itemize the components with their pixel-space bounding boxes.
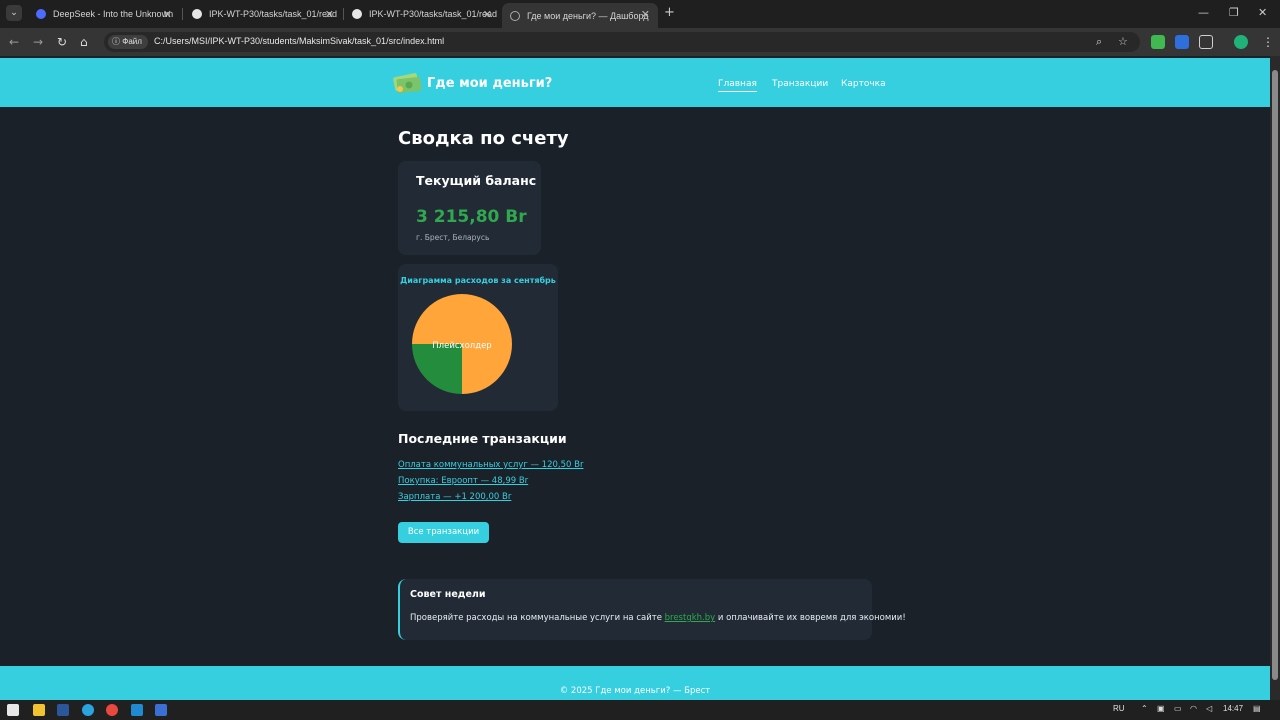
pie-center-label: Плейсхолдер [432, 341, 491, 351]
word-icon[interactable] [57, 704, 69, 716]
telegram-icon[interactable] [82, 704, 94, 716]
deepseek-icon [36, 9, 46, 19]
close-tab-icon[interactable]: ✕ [325, 8, 334, 21]
extension-vpn-icon[interactable] [1175, 35, 1189, 49]
money-logo-icon [393, 73, 422, 94]
balance-value: 3 215,80 Br [416, 207, 527, 227]
transaction-link[interactable]: Оплата коммунальных услуг — 120,50 Br [398, 460, 583, 470]
battery-icon[interactable]: ▭ [1174, 704, 1182, 713]
site-header: Где мои деньги? Главная Транзакции Карто… [0, 58, 1270, 107]
file-explorer-icon[interactable] [33, 704, 45, 716]
tray-app-icon[interactable]: ▣ [1157, 704, 1165, 713]
browser-tab-github-2[interactable]: IPK-WT-P30/tasks/task_01/read ✕ [344, 3, 500, 25]
transaction-link[interactable]: Зарплата — +1 200,00 Br [398, 492, 511, 502]
globe-icon [510, 10, 520, 21]
expense-chart-card: Диаграмма расходов за сентябрь Плейсхолд… [398, 264, 558, 411]
chrome-icon[interactable] [106, 704, 118, 716]
chart-title: Диаграмма расходов за сентябрь [400, 276, 556, 285]
nav-card[interactable]: Карточка [841, 79, 886, 89]
balance-location: г. Брест, Беларусь [416, 233, 490, 242]
tip-text: Проверяйте расходы на коммунальные услуг… [410, 613, 906, 623]
site-logo-text[interactable]: Где мои деньги? [427, 76, 552, 91]
close-tab-icon[interactable]: ✕ [641, 8, 650, 21]
bookmark-star-icon[interactable]: ☆ [1118, 35, 1128, 48]
pie-slice [412, 344, 462, 394]
scrollbar-thumb[interactable] [1272, 70, 1278, 680]
site-info-chip[interactable]: ⓘ Файл [108, 35, 148, 49]
file-chip-label: Файл [122, 37, 142, 46]
tab-divider [182, 8, 183, 20]
vscode-icon[interactable] [131, 704, 143, 716]
restore-icon[interactable]: ❐ [1229, 6, 1239, 19]
expense-pie-chart: Плейсхолдер [412, 294, 512, 394]
transaction-link[interactable]: Покупка: Евроопт — 48,99 Br [398, 476, 528, 486]
back-icon[interactable]: ← [9, 35, 19, 49]
extension-shield-icon[interactable] [1151, 35, 1165, 49]
tip-link[interactable]: brestgkh.by [665, 613, 716, 623]
nav-transactions[interactable]: Транзакции [772, 79, 828, 89]
zoom-icon[interactable]: ⌕ [1096, 35, 1102, 49]
site-footer: © 2025 Где мои деньги? — Брест [0, 666, 1270, 700]
balance-card: Текущий баланс 3 215,80 Br г. Брест, Бел… [398, 161, 541, 255]
close-window-icon[interactable]: ✕ [1258, 6, 1267, 19]
all-transactions-button[interactable]: Все транзакции [398, 522, 489, 543]
browser-tab-github-1[interactable]: IPK-WT-P30/tasks/task_01/read ✕ [184, 3, 342, 25]
tab-search-icon[interactable]: ⌄ [6, 5, 22, 21]
page-viewport: Где мои деньги? Главная Транзакции Карто… [0, 56, 1270, 700]
browser-tab-strip: ⌄ DeepSeek - Into the Unknown ✕ IPK-WT-P… [0, 0, 1280, 28]
close-tab-icon[interactable]: ✕ [483, 8, 492, 21]
tip-text-before: Проверяйте расходы на коммунальные услуг… [410, 613, 665, 623]
tab-title: IPK-WT-P30/tasks/task_01/read [369, 9, 498, 19]
os-taskbar: RU ⌃ ▣ ▭ ◠ ◁ 14:47 ▤ [0, 700, 1280, 720]
home-icon[interactable]: ⌂ [80, 35, 88, 49]
github-icon [192, 9, 202, 19]
wifi-icon[interactable]: ◠ [1190, 704, 1197, 713]
volume-icon[interactable]: ◁ [1206, 704, 1212, 713]
minimize-icon[interactable]: — [1198, 6, 1209, 19]
github-icon [352, 9, 362, 19]
balance-title: Текущий баланс [416, 173, 537, 188]
extensions-puzzle-icon[interactable] [1199, 35, 1213, 49]
page-title: Сводка по счету [398, 128, 569, 149]
browser-tab-dashboard[interactable]: Где мои деньги? — Дашборд ✕ [502, 3, 658, 28]
close-tab-icon[interactable]: ✕ [163, 8, 172, 21]
tip-card: Совет недели Проверяйте расходы на комму… [398, 579, 906, 640]
forward-icon[interactable]: → [33, 35, 43, 49]
nav-home[interactable]: Главная [718, 79, 757, 92]
tip-title: Совет недели [410, 589, 486, 600]
profile-avatar-icon[interactable] [1234, 35, 1248, 49]
windows-start-icon[interactable] [7, 704, 19, 716]
url-text[interactable]: C:/Users/MSI/IPK-WT-P30/students/MaksimS… [154, 36, 444, 46]
browser-toolbar: ← → ↻ ⌂ ⓘ Файл C:/Users/MSI/IPK-WT-P30/s… [0, 28, 1280, 56]
recent-transactions-title: Последние транзакции [398, 431, 567, 446]
app-icon[interactable] [155, 704, 167, 716]
new-tab-button[interactable]: + [664, 5, 675, 20]
footer-text: © 2025 Где мои деньги? — Брест [559, 686, 711, 696]
tray-chevron-icon[interactable]: ⌃ [1141, 704, 1148, 713]
address-bar[interactable]: ⓘ Файл C:/Users/MSI/IPK-WT-P30/students/… [104, 32, 1140, 52]
tip-text-after: и оплачивайте их вовремя для экономии! [715, 613, 906, 623]
input-language[interactable]: RU [1113, 704, 1125, 713]
reload-icon[interactable]: ↻ [57, 35, 67, 49]
tab-title: Где мои деньги? — Дашборд [527, 10, 649, 21]
notifications-icon[interactable]: ▤ [1253, 704, 1261, 713]
tab-title: IPK-WT-P30/tasks/task_01/read [209, 9, 338, 19]
tab-title: DeepSeek - Into the Unknown [53, 9, 174, 19]
clock-time[interactable]: 14:47 [1223, 704, 1243, 713]
browser-tab-deepseek[interactable]: DeepSeek - Into the Unknown ✕ [28, 3, 180, 25]
browser-menu-icon[interactable]: ⋮ [1262, 35, 1274, 49]
